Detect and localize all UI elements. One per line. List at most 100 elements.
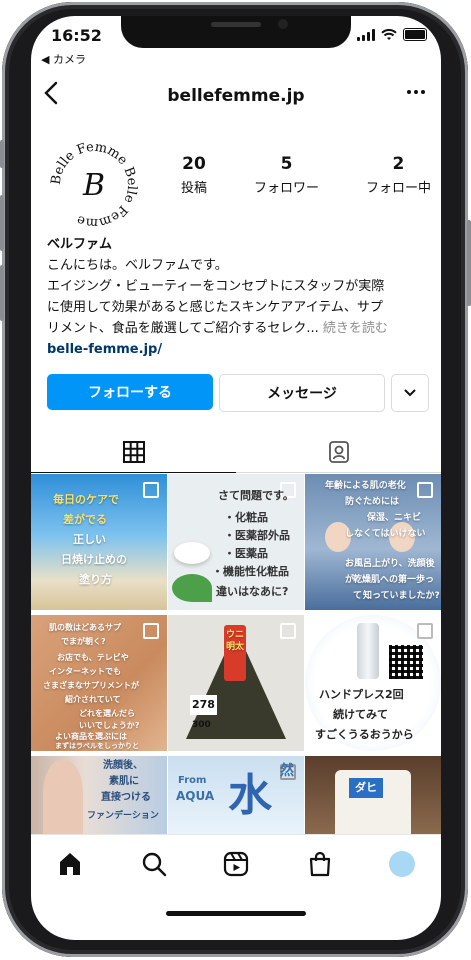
power-button bbox=[467, 220, 471, 306]
profile-stats: 20 投稿 5 フォロワー 2 フォロー中 bbox=[181, 154, 431, 196]
post-caption-line: 278 bbox=[190, 695, 217, 715]
multi-post-icon bbox=[143, 482, 159, 498]
post-thumbnail[interactable]: さて問題です。 ・化粧品 ・医薬部外品 ・医薬品 ・機能性化粧品 違いはなあに? bbox=[168, 474, 304, 610]
post-caption-line: 防ぐためには bbox=[345, 497, 400, 507]
profile-tabs bbox=[31, 432, 441, 473]
message-button[interactable]: メッセージ bbox=[219, 374, 385, 412]
post-caption-line: まずはラベルをしっかりと bbox=[55, 742, 139, 750]
screen: 16:52 ◀ カメラ bellefemme.jp Belle Femme Be… bbox=[31, 16, 441, 940]
stat-posts[interactable]: 20 投稿 bbox=[181, 154, 207, 196]
profile-username: bellefemme.jp bbox=[167, 86, 305, 106]
more-options-icon[interactable] bbox=[405, 80, 427, 106]
bio-line: リメント、食品を厳選してご紹介するセレク... bbox=[47, 321, 319, 336]
bio-line: エイジング・ビューティーをコンセプトにスタッフが実際 bbox=[47, 279, 385, 294]
post-caption-line: 正しい bbox=[73, 533, 106, 546]
nav-reels[interactable] bbox=[221, 849, 251, 879]
read-more-link[interactable]: 続きを読む bbox=[323, 321, 388, 336]
battery-icon bbox=[403, 28, 427, 41]
face-shape bbox=[43, 760, 83, 834]
post-caption-line: ウニ明太 bbox=[226, 630, 245, 652]
post-caption-line: ・化粧品 bbox=[224, 511, 268, 524]
profile-actions: フォローする メッセージ bbox=[47, 374, 431, 412]
post-thumbnail[interactable]: ダヒ bbox=[305, 756, 441, 834]
stat-value: 5 bbox=[280, 154, 293, 174]
post-thumbnail[interactable]: ウニ明太 278 300 bbox=[168, 615, 304, 751]
wifi-icon bbox=[381, 28, 397, 40]
notch bbox=[121, 16, 351, 48]
post-caption-line: 保湿、ニキビ bbox=[367, 513, 422, 523]
tab-tagged[interactable] bbox=[236, 432, 441, 472]
home-indicator bbox=[166, 911, 306, 916]
post-caption-line: ダヒ bbox=[349, 778, 383, 798]
stat-label: フォロワー bbox=[253, 181, 319, 196]
profile-avatar-icon bbox=[389, 851, 415, 877]
nav-shop[interactable] bbox=[305, 849, 335, 879]
shopping-bag-icon bbox=[309, 851, 331, 877]
bio-line: こんにちは。ベルファムです。 bbox=[47, 258, 228, 273]
status-time: 16:52 bbox=[51, 26, 102, 45]
bottom-navigation bbox=[31, 834, 441, 891]
multi-post-icon bbox=[417, 482, 433, 498]
post-caption-line: 違いはなあに? bbox=[216, 585, 289, 598]
search-icon bbox=[142, 852, 167, 877]
tagged-person-icon bbox=[328, 441, 349, 463]
stat-label: フォロー中 bbox=[365, 181, 431, 196]
stat-followers[interactable]: 5 フォロワー bbox=[254, 154, 319, 196]
stat-value: 20 bbox=[182, 154, 206, 174]
post-thumbnail[interactable]: 洗顔後、 素肌に 直接つける ファンデーション bbox=[31, 756, 167, 834]
post-caption-line: 水 bbox=[228, 770, 272, 821]
post-thumbnail[interactable]: ハンドプレス2回 続けてみて すごくうるおうから bbox=[305, 615, 441, 751]
front-camera bbox=[278, 19, 288, 29]
post-caption-line: 肌の数はどあるサプ bbox=[49, 623, 121, 632]
home-icon bbox=[60, 853, 80, 875]
post-caption-line: 続けてみて bbox=[333, 708, 388, 721]
bio-line: に使用して効果があると感じたスキンケアアイテム、サプ bbox=[47, 300, 383, 315]
profile-avatar[interactable]: Belle Femme Belle Femme B bbox=[47, 138, 141, 232]
volume-down-button bbox=[0, 265, 4, 321]
serum-bottle-shape bbox=[357, 623, 379, 679]
website-link[interactable]: belle-femme.jp/ bbox=[47, 339, 432, 360]
tab-posts-grid[interactable] bbox=[31, 432, 236, 473]
nav-search[interactable] bbox=[139, 849, 169, 879]
post-thumbnail[interactable]: From AQUA 水 然 bbox=[168, 756, 304, 834]
cream-jar-shape bbox=[174, 542, 210, 564]
speaker bbox=[211, 22, 261, 27]
post-caption-line: インターネットでも bbox=[49, 667, 121, 676]
post-caption-line: 日焼け止めの bbox=[61, 553, 127, 566]
reels-icon bbox=[223, 851, 249, 877]
back-to-camera-link[interactable]: ◀ カメラ bbox=[41, 51, 86, 67]
posts-grid: 毎日のケアで 差がでる 正しい 日焼け止めの 塗り方 さて問題です。 ・化粧品 … bbox=[31, 474, 441, 834]
nav-home[interactable] bbox=[55, 849, 85, 879]
nav-profile[interactable] bbox=[387, 849, 417, 879]
post-caption-line: すごくうるおうから bbox=[315, 728, 414, 741]
post-caption-line: 知っていましたか? bbox=[363, 591, 440, 601]
post-caption-line: さて問題です。 bbox=[218, 489, 294, 502]
post-caption-line: 毎日のケアで bbox=[53, 493, 119, 506]
multi-post-icon bbox=[280, 623, 296, 639]
post-caption-line: 直接つける bbox=[101, 792, 151, 803]
post-caption-line: お店でも、テレビや bbox=[57, 653, 129, 662]
post-caption-line: 洗顔後、 bbox=[103, 760, 143, 771]
post-caption-line: 素肌に bbox=[109, 776, 139, 787]
post-caption-line: 然 bbox=[280, 763, 294, 779]
post-thumbnail[interactable]: 毎日のケアで 差がでる 正しい 日焼け止めの 塗り方 bbox=[31, 474, 167, 610]
post-caption-line: ハンドプレス2回 bbox=[319, 688, 404, 701]
qr-code bbox=[389, 645, 423, 679]
post-caption-line: さまざまなサプリメントが bbox=[43, 681, 139, 690]
volume-up-button bbox=[0, 195, 4, 251]
stat-following[interactable]: 2 フォロー中 bbox=[366, 154, 431, 196]
stat-value: 2 bbox=[392, 154, 405, 174]
post-thumbnail[interactable]: 肌の数はどあるサプ でまが朝く? お店でも、テレビや インターネットでも さまざ… bbox=[31, 615, 167, 751]
post-caption-line: From bbox=[178, 775, 207, 786]
post-caption-line: しなくてはいけない bbox=[345, 529, 426, 539]
cellular-signal-icon bbox=[357, 28, 375, 41]
follow-button[interactable]: フォローする bbox=[47, 374, 213, 410]
status-icons bbox=[357, 28, 427, 41]
post-caption-line: ファンデーション bbox=[87, 811, 159, 821]
post-caption-line: 塗り方 bbox=[79, 573, 112, 586]
post-caption-line: ・機能性化粧品 bbox=[212, 565, 289, 578]
chevron-down-icon bbox=[404, 389, 416, 397]
post-thumbnail[interactable]: 年齢による肌の老化 防ぐためには 保湿、ニキビ しなくてはいけない お風呂上がり… bbox=[305, 474, 441, 610]
multi-post-icon bbox=[417, 623, 433, 639]
suggestions-dropdown-button[interactable] bbox=[391, 374, 429, 412]
